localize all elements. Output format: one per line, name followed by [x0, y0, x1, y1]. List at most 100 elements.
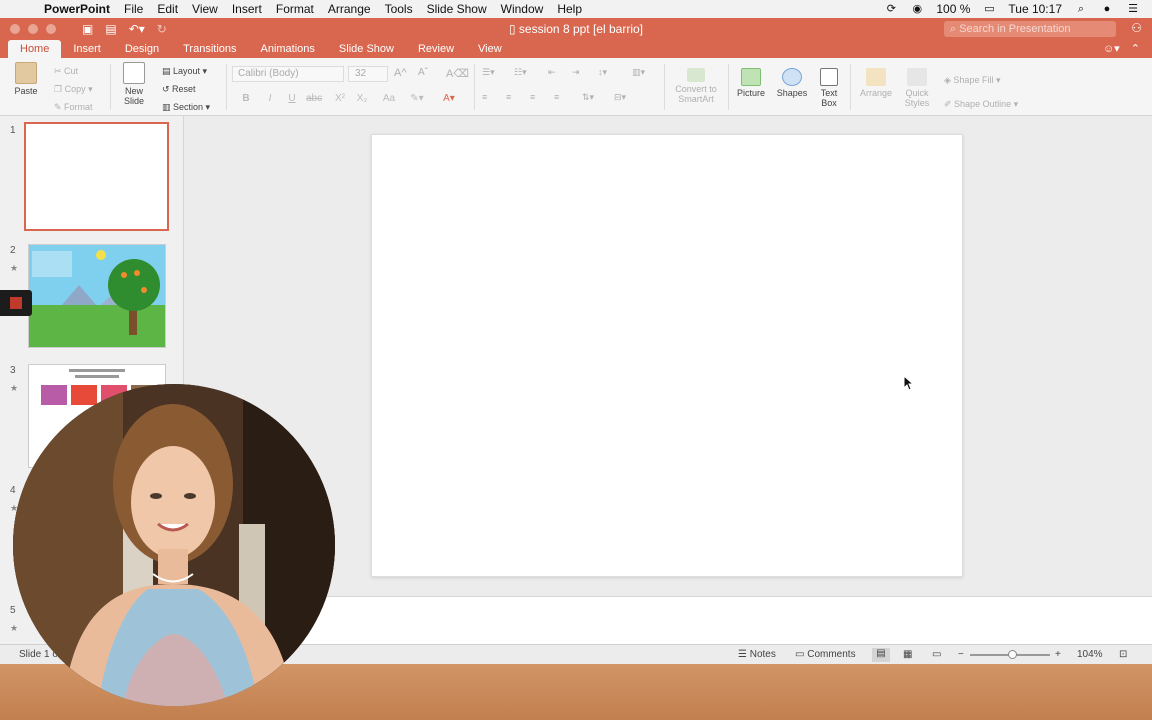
zoom-window-button[interactable] — [46, 24, 56, 34]
numbering-icon[interactable]: ☷▾ — [514, 67, 527, 78]
zoom-slider[interactable] — [970, 650, 1050, 659]
tab-animations[interactable]: Animations — [249, 43, 327, 58]
slide-thumbnail-1[interactable] — [24, 122, 169, 231]
slideshow-button[interactable]: ▭ — [932, 649, 941, 660]
zoom-out-button[interactable]: − — [958, 649, 964, 660]
notification-center-icon[interactable]: ☰ — [1126, 2, 1140, 16]
shapes-button[interactable]: Shapes — [774, 68, 810, 98]
menu-slide-show[interactable]: Slide Show — [427, 2, 487, 16]
menu-arrange[interactable]: Arrange — [328, 2, 371, 16]
copy-button[interactable]: ❐ Copy ▾ — [54, 80, 104, 98]
wifi-icon[interactable]: ◉ — [910, 2, 924, 16]
subscript-button[interactable]: X₂ — [354, 92, 370, 106]
notes-pane[interactable] — [184, 596, 1152, 644]
tab-design[interactable]: Design — [113, 43, 171, 58]
underline-button[interactable]: U — [284, 92, 300, 106]
cut-button[interactable]: ✂ Cut — [54, 62, 104, 80]
menu-format[interactable]: Format — [276, 2, 314, 16]
menu-tools[interactable]: Tools — [385, 2, 413, 16]
share-person-icon[interactable]: ⚇ — [1131, 21, 1142, 35]
close-window-button[interactable] — [10, 24, 20, 34]
menu-window[interactable]: Window — [501, 2, 544, 16]
columns-icon[interactable]: ▥▾ — [632, 67, 645, 78]
align-left-icon[interactable]: ≡ — [482, 92, 487, 102]
siri-icon[interactable]: ● — [1100, 2, 1114, 16]
normal-view-button[interactable]: ▤ — [872, 648, 890, 662]
new-slide-label-1: New — [124, 86, 143, 96]
section-button[interactable]: ▥ Section ▾ — [162, 98, 222, 116]
tab-home[interactable]: Home — [8, 40, 62, 58]
highlight-color-button[interactable]: ✎▾ — [406, 92, 428, 106]
minimize-window-button[interactable] — [28, 24, 38, 34]
menu-edit[interactable]: Edit — [157, 2, 178, 16]
tab-review[interactable]: Review — [406, 43, 466, 58]
current-slide[interactable] — [371, 134, 963, 577]
zoom-percent[interactable]: 104% — [1077, 649, 1103, 660]
sidebar-toggle-icon[interactable]: ▣ — [82, 22, 93, 36]
slide-sorter-button[interactable]: ▦ — [903, 649, 912, 660]
window-controls — [10, 24, 56, 34]
clear-format-icon[interactable]: A⌫ — [446, 67, 469, 80]
tab-insert[interactable]: Insert — [61, 43, 113, 58]
tab-slide-show[interactable]: Slide Show — [327, 43, 406, 58]
zoom-slider-knob[interactable] — [1007, 650, 1017, 659]
redo-icon[interactable]: ↻ — [157, 22, 167, 36]
menu-app-name[interactable]: PowerPoint — [44, 2, 110, 16]
sync-icon[interactable]: ⟳ — [884, 2, 898, 16]
align-right-icon[interactable]: ≡ — [530, 92, 535, 102]
convert-smartart-button[interactable]: Convert to SmartArt — [668, 68, 724, 104]
menu-insert[interactable]: Insert — [232, 2, 262, 16]
collapse-ribbon-icon[interactable]: ⌃ — [1131, 43, 1140, 55]
new-slide-button[interactable]: New Slide — [114, 62, 154, 106]
align-center-icon[interactable]: ≡ — [506, 92, 511, 102]
smiley-feedback-icon[interactable]: ☺▾ — [1103, 43, 1120, 55]
save-icon[interactable]: ▤ — [105, 22, 116, 36]
undo-icon[interactable]: ↶▾ — [129, 22, 145, 36]
zoom-in-button[interactable]: + — [1055, 649, 1061, 660]
tab-view[interactable]: View — [466, 43, 514, 58]
comments-label: Comments — [807, 649, 856, 660]
notes-button[interactable]: ☰ Notes — [738, 649, 776, 660]
text-box-label-1: Text — [820, 88, 838, 98]
superscript-button[interactable]: X² — [332, 92, 348, 106]
format-painter-button[interactable]: ✎ Format — [54, 98, 104, 116]
align-text-icon[interactable]: ⊟▾ — [614, 92, 626, 103]
italic-button[interactable]: I — [262, 92, 278, 106]
quick-styles-button[interactable]: Quick Styles — [900, 68, 934, 108]
fit-to-window-icon[interactable]: ⊡ — [1119, 649, 1127, 660]
font-name-select[interactable]: Calibri (Body) — [232, 66, 344, 82]
paste-button[interactable]: Paste — [8, 62, 44, 96]
decrease-indent-icon[interactable]: ⇤ — [548, 67, 556, 78]
search-presentation-input[interactable]: ⌕ Search in Presentation — [944, 21, 1116, 37]
justify-icon[interactable]: ≡ — [554, 92, 559, 102]
picture-button[interactable]: Picture — [734, 68, 768, 98]
strikethrough-button[interactable]: abc — [306, 92, 322, 106]
menu-file[interactable]: File — [124, 2, 143, 16]
text-direction-icon[interactable]: ⇅▾ — [582, 92, 594, 103]
recording-indicator[interactable] — [0, 290, 32, 316]
bullets-icon[interactable]: ☰▾ — [482, 67, 495, 78]
layout-button[interactable]: ▤ Layout ▾ — [162, 62, 222, 80]
shape-outline-button[interactable]: ✐ Shape Outline ▾ — [944, 92, 1044, 116]
font-size-select[interactable]: 32 — [348, 66, 388, 82]
decrease-font-icon[interactable]: Aˇ — [418, 67, 428, 78]
clock[interactable]: Tue 10:17 — [1008, 2, 1062, 16]
menu-view[interactable]: View — [192, 2, 218, 16]
battery-percent: 100 % — [936, 2, 971, 16]
increase-indent-icon[interactable]: ⇥ — [572, 67, 580, 78]
arrange-button[interactable]: Arrange — [858, 68, 894, 98]
increase-font-icon[interactable]: A^ — [394, 67, 407, 79]
text-box-button[interactable]: Text Box — [816, 68, 842, 108]
reset-button[interactable]: ↺ Reset — [162, 80, 222, 98]
spotlight-icon[interactable]: ⌕ — [1074, 2, 1088, 16]
font-color-button[interactable]: A▾ — [436, 92, 462, 106]
line-spacing-icon[interactable]: ↕▾ — [598, 67, 607, 78]
bold-button[interactable]: B — [238, 92, 254, 106]
change-case-button[interactable]: Aa — [378, 92, 400, 106]
comments-button[interactable]: ▭ Comments — [795, 649, 856, 660]
battery-icon[interactable]: ▭ — [982, 2, 996, 16]
tab-transitions[interactable]: Transitions — [171, 43, 248, 58]
menu-help[interactable]: Help — [557, 2, 582, 16]
shape-fill-button[interactable]: ◈ Shape Fill ▾ — [944, 68, 1044, 92]
slide-thumbnail-2[interactable] — [28, 244, 166, 348]
